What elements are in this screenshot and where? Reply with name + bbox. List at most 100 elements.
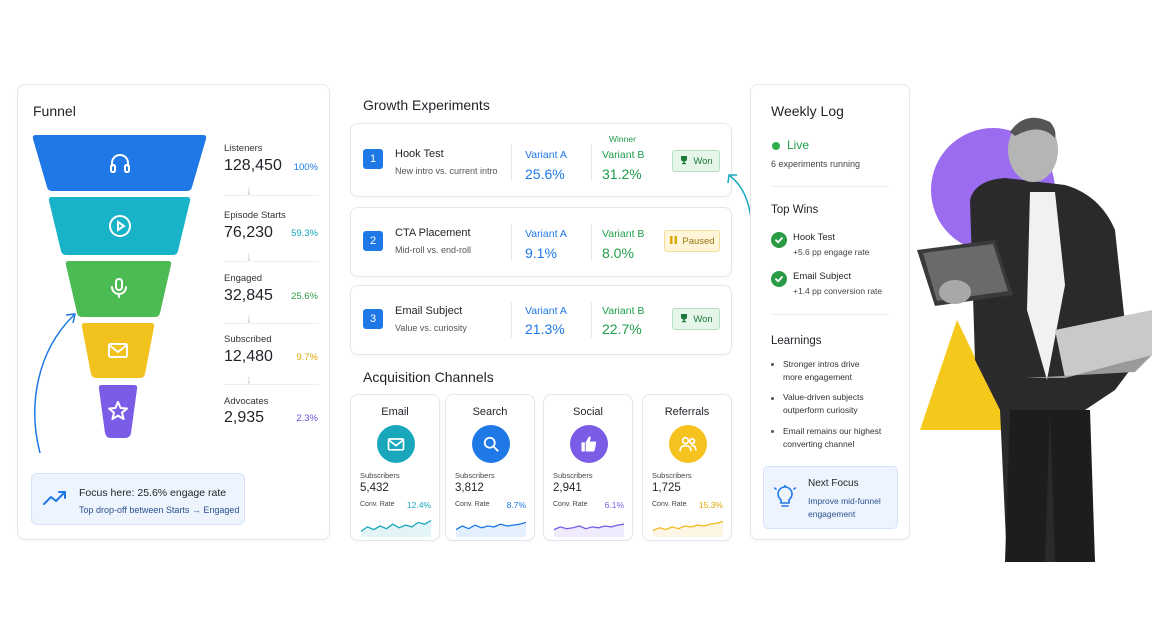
stage-value: 32,845 [224,287,273,304]
subscribers-value: 1,725 [652,482,681,494]
bullet [771,397,774,400]
subscribers-label: Subscribers [652,471,692,480]
bullet [771,430,774,433]
dashboard: Funnel Listeners 128,450 100% ↓ Episode … [0,0,1152,640]
funnel-stage-subscribed[interactable] [81,323,155,378]
running-count: 6 experiments running [771,159,861,169]
subscribers-value: 2,941 [553,482,582,494]
person-photo [917,117,1152,562]
focus-callout[interactable]: Focus here: 25.6% engage rate Top drop-o… [31,473,245,525]
stage-pct: 59.3% [291,228,318,239]
experiment-title: Email Subject [395,305,463,317]
sparkline [455,521,527,537]
bullet [771,363,774,366]
learnings-title: Learnings [771,335,822,347]
channel-name: Referrals [664,406,710,418]
variant-a-value: 9.1% [525,245,557,261]
divider [771,186,889,187]
divider [511,302,512,338]
status-badge: Won [672,150,720,172]
play-icon [108,214,132,238]
experiment-desc: New intro vs. current intro [395,166,498,176]
experiment-card[interactable]: 2 CTA Placement Mid-roll vs. end-roll Va… [350,207,732,277]
subscribers-label: Subscribers [553,471,593,480]
win-detail: +5.6 pp engage rate [793,247,870,257]
funnel-title: Funnel [33,103,76,119]
thumbs-up-icon [570,425,608,463]
variant-b-label: Variant B [602,305,645,317]
status-text: Won [693,313,713,325]
stage-pct: 2.3% [296,413,318,424]
variant-a-value: 21.3% [525,321,565,337]
conv-rate-value: 12.4% [406,500,431,510]
stage-label: Episode Starts [224,210,286,221]
experiment-number: 2 [363,231,383,251]
focus-subtitle: Top drop-off between Starts → Engaged [79,505,240,515]
star-icon [106,399,130,423]
top-wins-title: Top Wins [771,204,819,216]
users-icon [669,425,707,463]
variant-a-value: 25.6% [525,166,565,182]
win-title: Email Subject [793,271,852,282]
channel-card-referrals[interactable]: Referrals Subscribers 1,725 Conv. Rate 1… [642,394,732,541]
conv-rate-label: Conv. Rate [652,501,687,508]
status-text: Paused [682,235,715,247]
funnel-stage-advocates[interactable] [98,385,138,438]
divider [591,302,592,338]
channel-name: Email [381,406,409,418]
stage-pct: 9.7% [296,352,318,363]
weekly-log-panel: Weekly Log Live 6 experiments running To… [750,84,910,540]
variant-a-label: Variant A [525,305,567,317]
stage-value: 12,480 [224,348,273,365]
headphones-icon [108,151,132,175]
variant-a-label: Variant A [525,149,567,161]
experiment-card[interactable]: 1 Hook Test New intro vs. current intro … [350,123,732,197]
channel-card-search[interactable]: Search Subscribers 3,812 Conv. Rate 8.7% [445,394,535,541]
variant-a-label: Variant A [525,228,567,240]
stage-pct: 100% [293,162,318,173]
experiment-card[interactable]: 3 Email Subject Value vs. curiosity Vari… [350,285,732,355]
channel-card-email[interactable]: Email Subscribers 5,432 Conv. Rate 12.4% [350,394,440,541]
weekly-log-title: Weekly Log [771,103,844,119]
curved-arrow-icon [34,313,76,454]
conv-rate-value: 15.3% [698,500,723,510]
divider [224,261,319,262]
live-label: Live [787,138,810,152]
divider [771,314,889,315]
check-icon [771,232,787,248]
stage-pct: 25.6% [291,291,318,302]
experiments-title: Growth Experiments [363,97,490,113]
learning-item: Stronger intros drive more engagement [783,359,860,382]
win-title: Hook Test [793,232,836,243]
stage-label: Engaged [224,273,263,284]
check-icon [771,271,787,287]
next-focus-callout[interactable]: Next Focus Improve mid-funnel engagement [763,466,898,529]
divider [511,144,512,180]
sparkline [360,520,432,537]
next-focus-text: Improve mid-funnel engagement [808,496,881,519]
channel-name: Search [472,406,508,418]
funnel-stage-listeners[interactable] [32,135,207,191]
stage-value: 128,450 [224,157,282,174]
sparkline [652,520,724,537]
experiment-desc: Mid-roll vs. end-roll [395,245,472,255]
experiment-number: 3 [363,309,383,329]
stage-label: Subscribed [224,334,272,345]
subscribers-label: Subscribers [360,471,400,480]
status-badge: Paused [664,230,720,252]
learning-item: Email remains our highest converting chan… [783,426,882,449]
conv-rate-label: Conv. Rate [553,501,588,508]
live-status-dot [772,142,780,150]
learning-item: Value-driven subjects outperform curiosit… [783,392,864,415]
divider [511,224,512,260]
channel-card-social[interactable]: Social Subscribers 2,941 Conv. Rate 6.1% [543,394,633,541]
divider [224,195,319,196]
stage-label: Listeners [224,143,263,154]
funnel-stage-starts[interactable] [48,197,191,255]
trophy-icon [679,155,689,168]
experiment-title: CTA Placement [395,227,471,239]
variant-b-value: 31.2% [602,166,642,182]
trophy-icon [679,313,689,326]
variant-b-label: Variant B [602,228,645,240]
channels-title: Acquisition Channels [363,369,494,385]
